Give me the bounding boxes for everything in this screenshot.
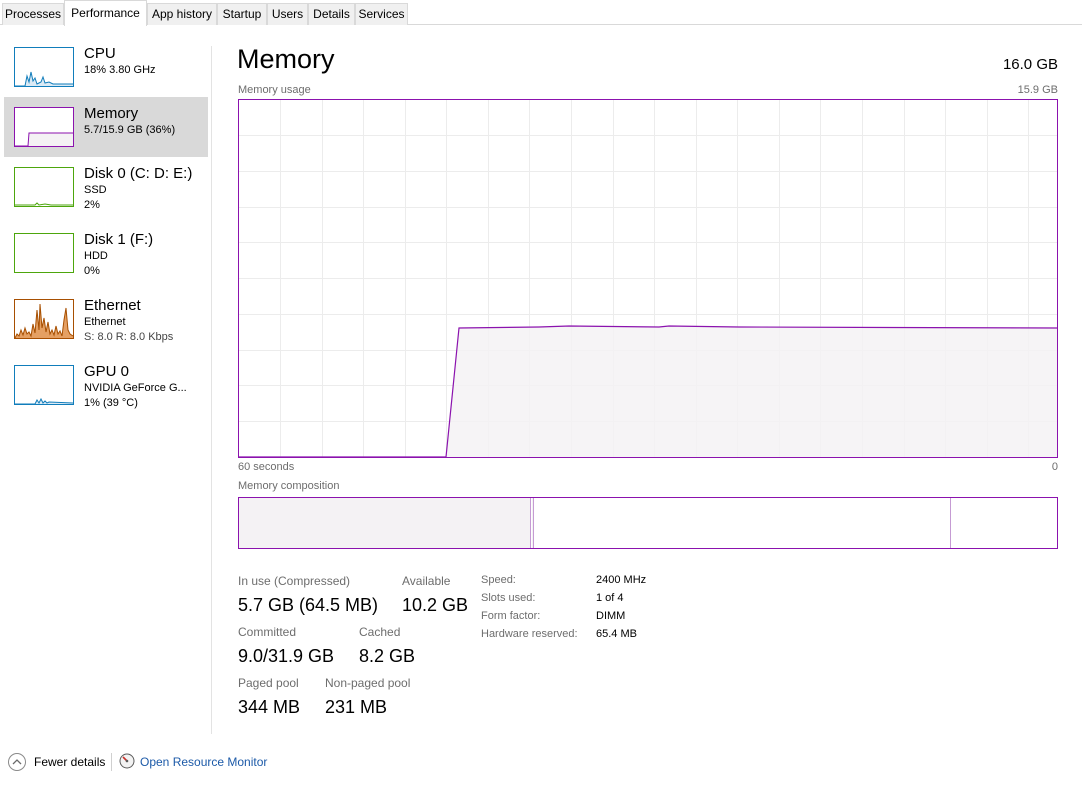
- composition-modified[interactable]: [532, 498, 534, 548]
- sidebar-item-detail: Ethernet: [84, 316, 126, 328]
- footer-divider: [111, 753, 112, 771]
- speed-label: Speed:: [481, 574, 516, 586]
- sidebar-item-title: Disk 1 (F:): [84, 231, 154, 248]
- sidebar-item-detail: SSD: [84, 184, 107, 196]
- resource-monitor-icon[interactable]: [119, 753, 135, 769]
- committed-label: Committed: [238, 625, 297, 639]
- sidebar-item-detail: 18% 3.80 GHz: [84, 64, 156, 76]
- memory-total: 16.0 GB: [1002, 56, 1058, 73]
- tab-startup[interactable]: Startup: [217, 3, 267, 25]
- sidebar-item-title: CPU: [84, 45, 116, 62]
- memory-usage-label: Memory usage: [238, 84, 311, 96]
- sidebar-item-disk-1[interactable]: Disk 1 (F:) HDD 0%: [4, 227, 208, 287]
- memory-usage-area: [446, 326, 1057, 457]
- memory-composition-bar[interactable]: [238, 497, 1058, 549]
- hardware-reserved-label: Hardware reserved:: [481, 628, 578, 640]
- non-paged-pool-label: Non-paged pool: [325, 676, 411, 690]
- in-use-value: 5.7 GB (64.5 MB): [238, 595, 379, 615]
- sidebar-item-detail: S: 8.0 R: 8.0 Kbps: [84, 331, 174, 343]
- tab-processes[interactable]: Processes: [2, 3, 64, 25]
- tab-bar: Processes Performance App history Startu…: [0, 0, 1082, 26]
- sidebar-item-detail: 2%: [84, 199, 100, 211]
- sidebar: CPU 18% 3.80 GHz Memory 5.7/15.9 GB (36%…: [0, 26, 212, 734]
- ethernet-thumbnail-graph: [14, 299, 74, 339]
- slots-used-label: Slots used:: [481, 592, 536, 604]
- composition-standby[interactable]: [535, 498, 951, 548]
- sidebar-item-ethernet[interactable]: Ethernet Ethernet S: 8.0 R: 8.0 Kbps: [4, 293, 208, 353]
- sidebar-item-gpu-0[interactable]: GPU 0 NVIDIA GeForce G... 1% (39 °C): [4, 359, 208, 419]
- sidebar-item-title: Ethernet: [84, 297, 141, 314]
- sidebar-item-title: Disk 0 (C: D: E:): [84, 165, 193, 182]
- sidebar-item-title: GPU 0: [84, 363, 130, 380]
- in-use-label: In use (Compressed): [238, 574, 351, 588]
- sidebar-item-detail: 1% (39 °C): [84, 397, 138, 409]
- composition-in-use[interactable]: [239, 498, 531, 548]
- sidebar-item-cpu[interactable]: CPU 18% 3.80 GHz: [4, 41, 208, 101]
- memory-usage-max: 15.9 GB: [1017, 84, 1058, 96]
- sidebar-item-title: Memory: [84, 105, 139, 122]
- cached-value: 8.2 GB: [359, 646, 416, 666]
- time-axis-end: 0: [1051, 461, 1058, 473]
- page-title: Memory: [237, 44, 335, 74]
- form-factor-label: Form factor:: [481, 610, 541, 622]
- disk-0-thumbnail-graph: [14, 167, 74, 207]
- sidebar-item-detail: 0%: [84, 265, 100, 277]
- speed-value: 2400 MHz: [596, 574, 647, 586]
- gpu-0-thumbnail-graph: [14, 365, 74, 405]
- time-axis-start: 60 seconds: [238, 461, 295, 473]
- cached-label: Cached: [359, 625, 401, 639]
- chevron-up-icon[interactable]: [8, 753, 26, 771]
- sidebar-item-detail: HDD: [84, 250, 108, 262]
- disk-1-thumbnail-graph: [14, 233, 74, 273]
- sidebar-item-memory[interactable]: Memory 5.7/15.9 GB (36%): [4, 97, 208, 157]
- hardware-reserved-value: 65.4 MB: [596, 628, 637, 640]
- slots-used-value: 1 of 4: [596, 592, 624, 604]
- tab-performance[interactable]: Performance: [64, 0, 147, 26]
- available-value: 10.2 GB: [402, 595, 469, 615]
- tab-users[interactable]: Users: [267, 3, 308, 25]
- tab-details[interactable]: Details: [308, 3, 355, 25]
- cpu-thumbnail-graph: [14, 47, 74, 87]
- sidebar-item-disk-0[interactable]: Disk 0 (C: D: E:) SSD 2%: [4, 161, 208, 221]
- non-paged-pool-value: 231 MB: [325, 697, 388, 717]
- form-factor-value: DIMM: [596, 610, 626, 622]
- composition-free[interactable]: [952, 498, 1057, 548]
- open-resource-monitor-link[interactable]: Open Resource Monitor: [140, 755, 267, 769]
- tab-app-history[interactable]: App history: [147, 3, 217, 25]
- fewer-details-button[interactable]: Fewer details: [34, 755, 105, 769]
- available-label: Available: [402, 574, 451, 588]
- committed-value: 9.0/31.9 GB: [238, 646, 335, 666]
- tab-services[interactable]: Services: [355, 3, 408, 25]
- sidebar-item-detail: 5.7/15.9 GB (36%): [84, 124, 176, 136]
- footer: Fewer details Open Resource Monitor: [0, 744, 1082, 780]
- memory-thumbnail-graph: [14, 107, 74, 147]
- sidebar-item-detail: NVIDIA GeForce G...: [84, 382, 187, 394]
- memory-usage-graph: [238, 99, 1058, 458]
- sidebar-divider: [211, 46, 212, 734]
- memory-composition-label: Memory composition: [238, 480, 340, 492]
- paged-pool-label: Paged pool: [238, 676, 299, 690]
- paged-pool-value: 344 MB: [238, 697, 301, 717]
